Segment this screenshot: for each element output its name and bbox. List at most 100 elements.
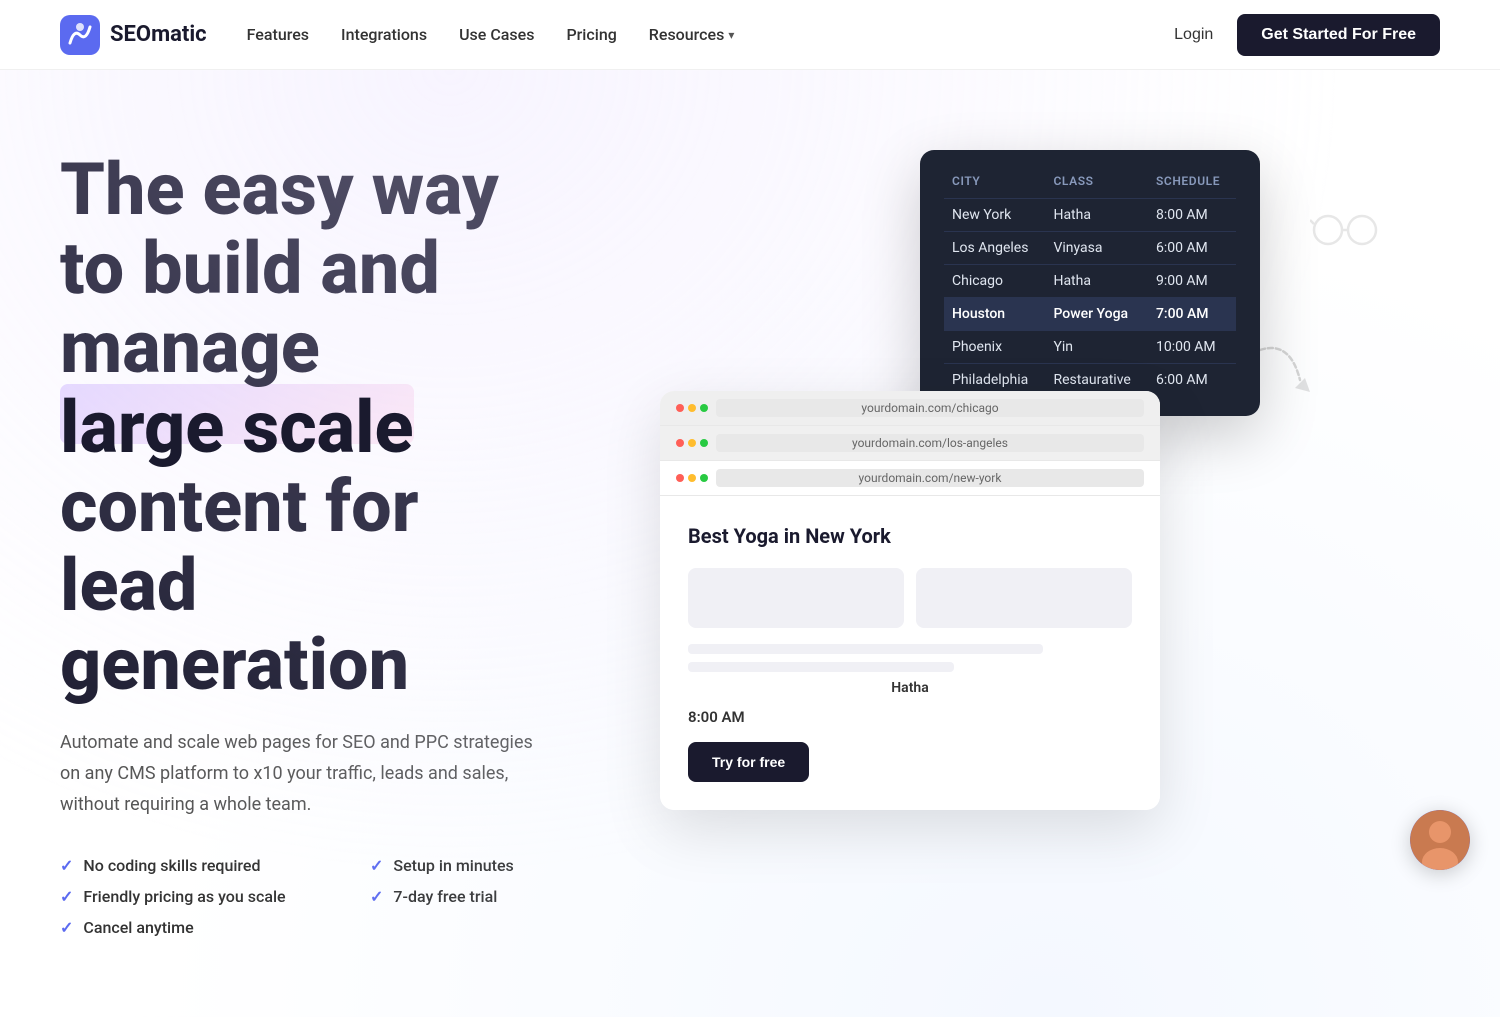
- table-cell-class: Vinyasa: [1045, 232, 1148, 265]
- table-cell-class: Yin: [1045, 331, 1148, 364]
- table-cell-schedule: 6:00 AM: [1148, 364, 1236, 397]
- table-cell-schedule: 9:00 AM: [1148, 265, 1236, 298]
- title-line5: lead: [60, 543, 197, 628]
- deco-glasses-icon: [1310, 210, 1380, 250]
- navbar-left: SEOmatic Features Integrations Use Cases…: [60, 15, 734, 55]
- chevron-down-icon: ▾: [728, 28, 734, 42]
- table-row: Los Angeles Vinyasa 6:00 AM: [944, 232, 1236, 265]
- tab-dot-yellow-2: [688, 439, 696, 447]
- check-icon-4: ✓: [370, 887, 383, 906]
- feature-label-5: Cancel anytime: [83, 918, 193, 937]
- nav-features[interactable]: Features: [247, 25, 309, 44]
- browser-tab-1: yourdomain.com/chicago: [660, 391, 1160, 426]
- table-cell-city: Phoenix: [944, 331, 1045, 364]
- logo-icon: [60, 15, 100, 55]
- image-placeholder-1: [688, 568, 904, 628]
- avatar-icon: [1410, 810, 1470, 870]
- nav-integrations[interactable]: Integrations: [341, 25, 427, 44]
- table-cell-schedule: 8:00 AM: [1148, 199, 1236, 232]
- feature-item-1: ✓ No coding skills required: [60, 856, 330, 875]
- time-badge: 8:00 AM: [688, 708, 1132, 726]
- get-started-button[interactable]: Get Started For Free: [1237, 14, 1440, 56]
- nav-links: Features Integrations Use Cases Pricing …: [247, 25, 735, 44]
- text-placeholder-2: [688, 662, 954, 672]
- tab-dots-1: [676, 404, 708, 412]
- table-row: New York Hatha 8:00 AM: [944, 199, 1236, 232]
- table-cell-schedule: 10:00 AM: [1148, 331, 1236, 364]
- text-placeholder-1: [688, 644, 1043, 654]
- tab-url-3: yourdomain.com/new-york: [716, 469, 1144, 487]
- title-line1: The easy way: [60, 147, 499, 232]
- feature-item-4: ✓ 7-day free trial: [370, 887, 640, 906]
- nav-resources-link[interactable]: Resources: [649, 25, 725, 44]
- tab-dot-yellow: [688, 404, 696, 412]
- tab-dot-green-3: [700, 474, 708, 482]
- hero-subtitle: Automate and scale web pages for SEO and…: [60, 728, 540, 820]
- feature-label-1: No coding skills required: [83, 856, 260, 875]
- data-table-card: CITY CLASS SCHEDULE New York Hatha 8:00 …: [920, 150, 1260, 416]
- table-cell-class: Power Yoga: [1045, 298, 1148, 331]
- browser-page-title: Best Yoga in New York: [688, 524, 1132, 548]
- tab-url-1: yourdomain.com/chicago: [716, 399, 1144, 417]
- tab-dot-yellow-3: [688, 474, 696, 482]
- feature-item-2: ✓ Setup in minutes: [370, 856, 640, 875]
- tab-dot-red-3: [676, 474, 684, 482]
- logo-text: SEOmatic: [110, 22, 207, 47]
- table-header-city: CITY: [944, 170, 1045, 199]
- table-cell-city: Los Angeles: [944, 232, 1045, 265]
- table-cell-city: Houston: [944, 298, 1045, 331]
- class-badge: Hatha: [688, 680, 1132, 696]
- browser-tab-3: yourdomain.com/new-york: [660, 461, 1160, 496]
- title-line3: manage: [60, 305, 320, 390]
- navbar-right: Login Get Started For Free: [1174, 14, 1440, 56]
- tab-dot-red: [676, 404, 684, 412]
- hero-title: The easy way to build and manage large s…: [60, 150, 640, 704]
- hero-left: The easy way to build and manage large s…: [60, 130, 640, 977]
- nav-resources[interactable]: Resources ▾: [649, 25, 735, 44]
- feature-label-3: Friendly pricing as you scale: [83, 887, 285, 906]
- hero-section: The easy way to build and manage large s…: [0, 70, 1500, 1017]
- table-row: Phoenix Yin 10:00 AM: [944, 331, 1236, 364]
- browser-tabs: yourdomain.com/chicago yourdomain.com/lo…: [660, 391, 1160, 496]
- navbar: SEOmatic Features Integrations Use Cases…: [0, 0, 1500, 70]
- title-line4: content for: [60, 464, 419, 549]
- table-row: Houston Power Yoga 7:00 AM: [944, 298, 1236, 331]
- features-list: ✓ No coding skills required ✓ Setup in m…: [60, 856, 640, 937]
- table-cell-city: Chicago: [944, 265, 1045, 298]
- image-placeholder-2: [916, 568, 1132, 628]
- check-icon-3: ✓: [60, 887, 73, 906]
- feature-label-4: 7-day free trial: [393, 887, 497, 906]
- hero-right: CITY CLASS SCHEDULE New York Hatha 8:00 …: [640, 130, 1440, 850]
- tab-dot-green-2: [700, 439, 708, 447]
- table-header-class: CLASS: [1045, 170, 1148, 199]
- check-icon-5: ✓: [60, 918, 73, 937]
- browser-image-placeholders: [688, 568, 1132, 628]
- title-highlight: large scale: [60, 388, 414, 467]
- nav-use-cases[interactable]: Use Cases: [459, 25, 534, 44]
- table-cell-schedule: 6:00 AM: [1148, 232, 1236, 265]
- login-button[interactable]: Login: [1174, 26, 1213, 44]
- table-cell-class: Hatha: [1045, 199, 1148, 232]
- check-icon-2: ✓: [370, 856, 383, 875]
- chat-avatar[interactable]: [1410, 810, 1470, 870]
- check-icon-1: ✓: [60, 856, 73, 875]
- try-free-button[interactable]: Try for free: [688, 742, 809, 782]
- logo[interactable]: SEOmatic: [60, 15, 207, 55]
- table-header-schedule: SCHEDULE: [1148, 170, 1236, 199]
- title-line2: to build and: [60, 226, 440, 311]
- tab-url-2: yourdomain.com/los-angeles: [716, 434, 1144, 452]
- table-cell-schedule: 7:00 AM: [1148, 298, 1236, 331]
- title-line6: generation: [60, 622, 409, 707]
- browser-content: Best Yoga in New York Hatha 8:00 AM Try …: [660, 496, 1160, 810]
- tab-dot-red-2: [676, 439, 684, 447]
- tab-dot-green: [700, 404, 708, 412]
- nav-pricing[interactable]: Pricing: [566, 25, 616, 44]
- table-cell-city: New York: [944, 199, 1045, 232]
- feature-item-3: ✓ Friendly pricing as you scale: [60, 887, 330, 906]
- browser-tab-2: yourdomain.com/los-angeles: [660, 426, 1160, 461]
- tab-dots-2: [676, 439, 708, 447]
- tab-dots-3: [676, 474, 708, 482]
- feature-label-2: Setup in minutes: [393, 856, 513, 875]
- city-class-table: CITY CLASS SCHEDULE New York Hatha 8:00 …: [944, 170, 1236, 396]
- table-row: Chicago Hatha 9:00 AM: [944, 265, 1236, 298]
